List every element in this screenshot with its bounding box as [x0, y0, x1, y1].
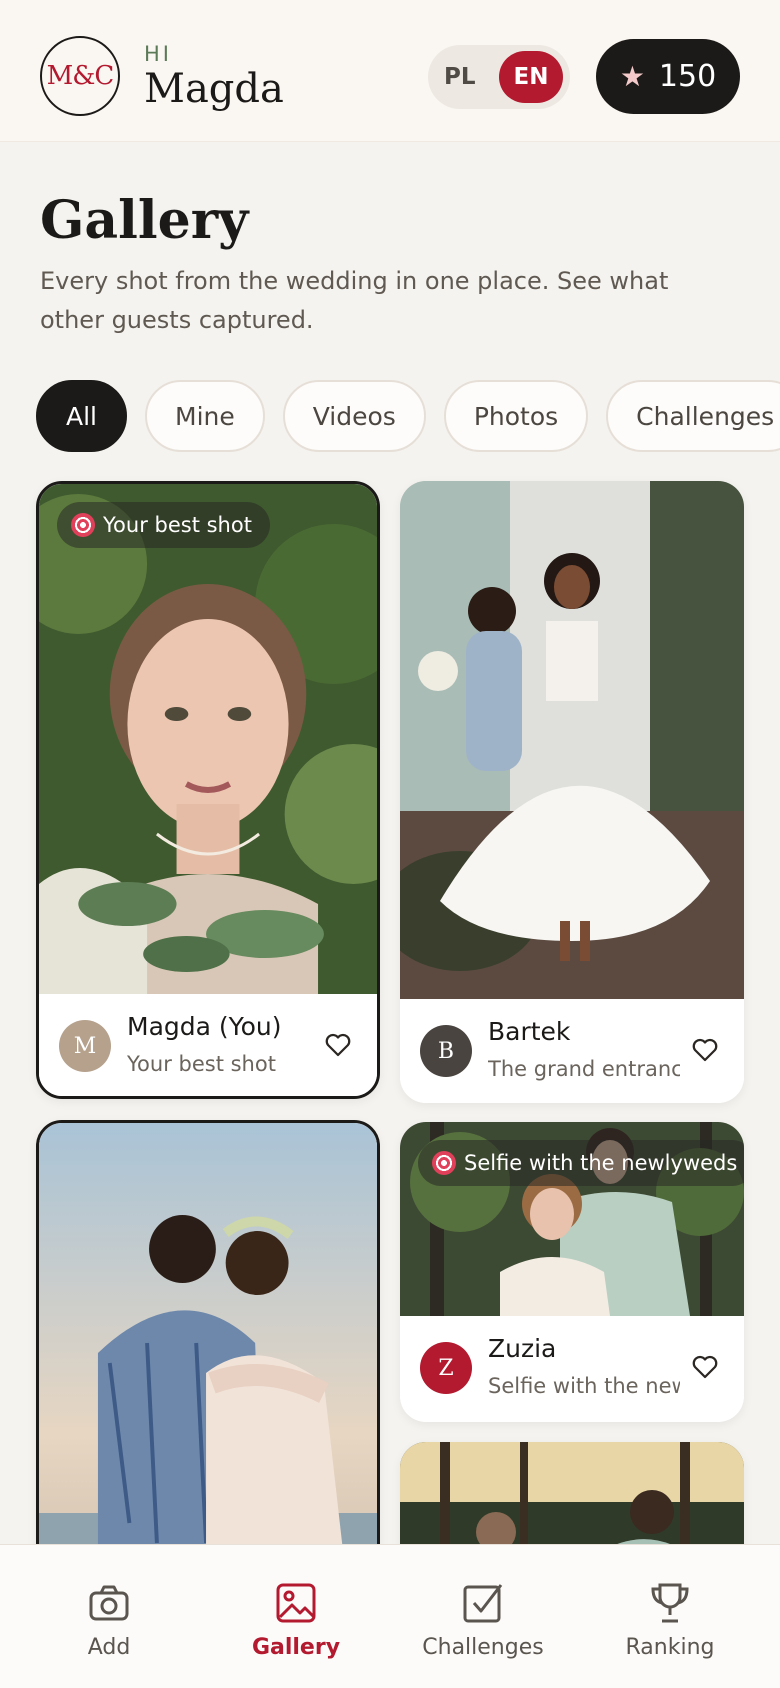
target-icon — [71, 513, 95, 537]
badge-label: Your best shot — [103, 513, 252, 537]
camera-icon — [89, 1585, 129, 1621]
filter-videos[interactable]: Videos — [282, 380, 426, 452]
trophy-icon — [651, 1583, 689, 1623]
user-name: Magda — [144, 66, 284, 112]
photo-selfie: Selfie with the newlyweds — [400, 1122, 744, 1316]
badge-label: Selfie with the newlyweds — [464, 1151, 738, 1175]
lang-pl-option[interactable]: PL — [444, 45, 476, 109]
nav-ranking[interactable]: Ranking — [595, 1581, 745, 1660]
nav-gallery[interactable]: Gallery — [221, 1581, 371, 1660]
card-meta: M Magda (You) Your best shot — [39, 994, 377, 1096]
card-meta: Z Zuzia Selfie with the newlyweds — [400, 1316, 744, 1420]
photo-caption: The grand entrance — [488, 1057, 680, 1081]
language-toggle[interactable]: PL EN — [428, 45, 570, 109]
heart-icon[interactable] — [690, 1035, 720, 1065]
photo-caption: Your best shot — [127, 1052, 276, 1076]
lang-en-option[interactable]: EN — [499, 51, 563, 103]
greeting-label: HI — [144, 42, 172, 66]
nav-add[interactable]: Add — [34, 1581, 184, 1660]
author-name: Magda (You) — [127, 1012, 282, 1041]
card-meta: B Bartek The grand entrance — [400, 999, 744, 1103]
gallery-card-zuzia[interactable]: Selfie with the newlyweds Z Zuzia Selfie… — [400, 1122, 744, 1422]
page-subtitle: Every shot from the wedding in one place… — [40, 267, 669, 334]
avatar: B — [420, 1025, 472, 1077]
checkbox-icon — [463, 1584, 503, 1623]
gallery-card-magda[interactable]: Your best shot M Magda (You) Your best s… — [36, 481, 380, 1099]
avatar: M — [59, 1020, 111, 1072]
wedding-logo: M&C — [40, 36, 120, 116]
points-value: 150 — [658, 59, 717, 94]
photo-portrait: Your best shot — [39, 484, 377, 994]
bottom-navigation: Add Gallery Challenges Ranking — [0, 1544, 780, 1688]
photo-caption: Selfie with the newlyweds — [488, 1374, 680, 1398]
heart-icon[interactable] — [690, 1352, 720, 1382]
filter-chips: All Mine Videos Photos Challenges — [36, 380, 780, 452]
filter-all[interactable]: All — [36, 380, 127, 452]
nav-challenges[interactable]: Challenges — [408, 1581, 558, 1660]
heart-icon[interactable] — [323, 1030, 353, 1060]
points-badge[interactable]: ★ 150 — [596, 39, 740, 114]
image-icon — [276, 1583, 316, 1623]
filter-mine[interactable]: Mine — [145, 380, 265, 452]
filter-challenges[interactable]: Challenges — [606, 380, 780, 452]
page-title: Gallery — [40, 190, 249, 251]
nav-challenges-label: Challenges — [422, 1635, 544, 1660]
nav-ranking-label: Ranking — [625, 1635, 715, 1660]
challenge-badge: Selfie with the newlyweds — [418, 1140, 744, 1186]
photo-entrance — [400, 481, 744, 999]
gallery-card-bartek[interactable]: B Bartek The grand entrance — [400, 481, 744, 1103]
nav-gallery-label: Gallery — [251, 1635, 341, 1660]
avatar: Z — [420, 1342, 472, 1394]
app-header: M&C HI Magda PL EN ★ 150 — [0, 0, 780, 142]
challenge-badge: Your best shot — [57, 502, 270, 548]
author-name: Zuzia — [488, 1334, 557, 1363]
nav-add-label: Add — [87, 1635, 131, 1660]
filter-photos[interactable]: Photos — [443, 380, 589, 452]
target-icon — [432, 1151, 456, 1175]
author-name: Bartek — [488, 1017, 571, 1046]
star-icon: ★ — [619, 60, 645, 93]
